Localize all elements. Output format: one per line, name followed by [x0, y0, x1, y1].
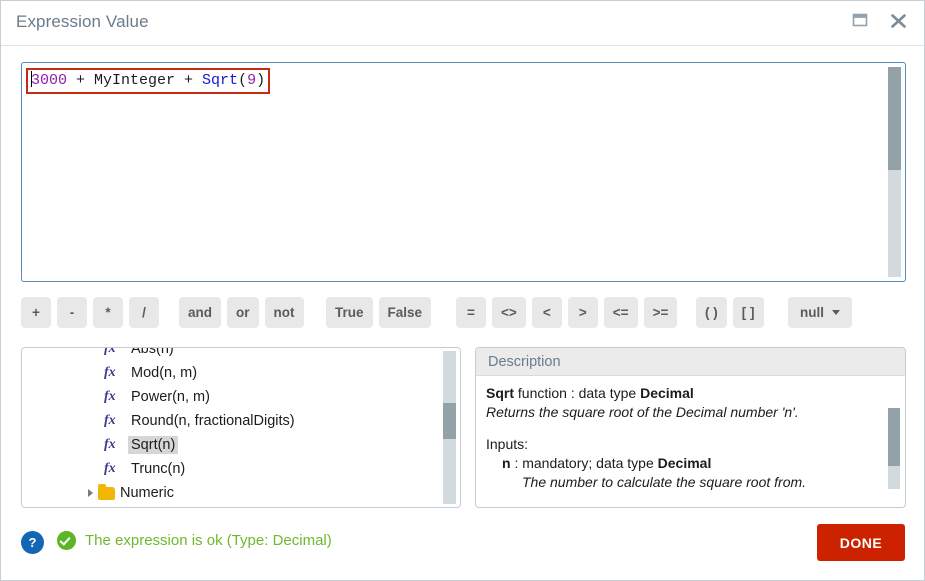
description-line-inputs-header: Inputs: — [486, 436, 529, 452]
list-item-label: Abs(n) — [131, 347, 174, 357]
folder-icon — [98, 483, 115, 500]
op-button-multiply[interactable]: * — [93, 297, 123, 328]
list-item-sqrt[interactable]: fx Sqrt(n) — [104, 433, 434, 457]
description-line-input-summary: The number to calculate the square root … — [522, 474, 807, 490]
description-input-type: Decimal — [657, 455, 712, 471]
operator-toolbar: + - * / and or not True False = <> < > <… — [21, 297, 906, 331]
fx-icon: fx — [104, 413, 116, 428]
null-dropdown-label: null — [800, 305, 824, 320]
description-body: Sqrt function : data type Decimal Return… — [476, 376, 905, 492]
list-item-round[interactable]: fx Round(n, fractionalDigits) — [104, 409, 434, 433]
list-item-abs[interactable]: fx Abs(n) — [104, 347, 434, 361]
expr-token-function: Sqrt — [202, 72, 239, 89]
description-scrollbar-thumb[interactable] — [888, 408, 900, 466]
editor-scrollbar[interactable] — [885, 65, 903, 279]
list-item-power[interactable]: fx Power(n, m) — [104, 385, 434, 409]
expr-token-arg: 9 — [247, 72, 257, 89]
close-icon — [890, 14, 906, 28]
check-circle-icon — [57, 531, 76, 550]
description-header: Description — [476, 348, 905, 376]
expr-token-number: 3000 — [31, 72, 68, 89]
op-button-less-equal[interactable]: <= — [603, 297, 638, 328]
status-message: The expression is ok (Type: Decimal) — [57, 531, 332, 550]
description-line-input-n: n : mandatory; data type Decimal — [486, 454, 877, 473]
op-button-greater-equal[interactable]: >= — [643, 297, 678, 328]
list-item-label: Sqrt(n) — [128, 436, 179, 454]
op-button-plus[interactable]: + — [21, 297, 51, 328]
op-button-square-brackets[interactable]: [ ] — [732, 297, 764, 328]
folder-label: Numeric — [120, 485, 174, 501]
expand-caret-icon[interactable] — [88, 489, 93, 497]
function-list-panel[interactable]: fx Abs(n) fx Mod(n, m) fx Power(n, m) fx… — [21, 347, 461, 508]
list-item-label: Mod(n, m) — [131, 365, 198, 381]
list-item-label: Power(n, m) — [131, 389, 210, 405]
description-scrollbar[interactable] — [888, 408, 902, 489]
expression-editor-area[interactable]: 3000 + MyInteger + Sqrt(9) — [22, 63, 881, 281]
description-input-meta: : mandatory; data type — [510, 455, 658, 471]
editor-scrollbar-thumb[interactable] — [888, 67, 901, 170]
toolbar-group-logical: and or not — [179, 297, 304, 328]
op-button-divide[interactable]: / — [129, 297, 159, 328]
op-button-less-than[interactable]: < — [531, 297, 562, 328]
description-line-summary: Returns the square root of the Decimal n… — [486, 404, 799, 420]
help-button[interactable]: ? — [21, 531, 44, 554]
fx-icon: fx — [104, 437, 116, 452]
expression-editor-panel[interactable]: 3000 + MyInteger + Sqrt(9) — [21, 62, 906, 282]
function-list-scrollbar[interactable] — [442, 351, 457, 504]
null-dropdown-button[interactable]: null — [788, 297, 852, 328]
op-button-true[interactable]: True — [326, 297, 373, 328]
op-button-false[interactable]: False — [378, 297, 432, 328]
fx-icon: fx — [104, 347, 116, 356]
title-bar: Expression Value — [1, 1, 924, 46]
op-button-or[interactable]: or — [227, 297, 259, 328]
expr-token-close-paren: ) — [256, 72, 266, 89]
description-return-type: Decimal — [640, 385, 694, 401]
op-button-not[interactable]: not — [264, 297, 304, 328]
op-button-and[interactable]: and — [179, 297, 222, 328]
fx-icon: fx — [104, 389, 116, 404]
maximize-button[interactable] — [846, 9, 874, 37]
toolbar-group-brackets: ( ) [ ] — [696, 297, 764, 328]
op-button-parentheses[interactable]: ( ) — [696, 297, 727, 328]
fx-icon: fx — [104, 461, 116, 476]
op-button-minus[interactable]: - — [57, 297, 87, 328]
op-button-greater-than[interactable]: > — [567, 297, 598, 328]
expr-token-open-paren: ( — [238, 72, 248, 89]
expression-text[interactable]: 3000 + MyInteger + Sqrt(9) — [26, 68, 271, 94]
description-panel: Description Sqrt function : data type De… — [475, 347, 906, 508]
op-button-not-equal[interactable]: <> — [492, 297, 526, 328]
description-type-prefix: function : data type — [514, 385, 641, 401]
list-item-label: Round(n, fractionalDigits) — [131, 413, 295, 429]
fx-icon: fx — [104, 365, 116, 380]
expression-value-dialog: Expression Value 3000 + MyInteger + Sqrt… — [0, 0, 925, 581]
close-button[interactable] — [884, 9, 912, 37]
toolbar-group-arithmetic: + - * / — [21, 297, 159, 328]
toolbar-group-null: null — [788, 297, 852, 328]
list-item-trunc[interactable]: fx Trunc(n) — [104, 457, 434, 481]
toolbar-group-comparison: = <> < > <= >= — [456, 297, 678, 328]
chevron-down-icon — [832, 310, 840, 315]
function-list: fx Abs(n) fx Mod(n, m) fx Power(n, m) fx… — [22, 347, 434, 505]
page-title: Expression Value — [16, 12, 149, 31]
op-button-equal[interactable]: = — [456, 297, 486, 328]
done-button[interactable]: DONE — [817, 524, 905, 561]
description-input-name: n — [502, 455, 511, 471]
description-line-signature: Sqrt function : data type Decimal — [486, 384, 877, 403]
list-item-mod[interactable]: fx Mod(n, m) — [104, 361, 434, 385]
function-list-scrollbar-thumb[interactable] — [443, 403, 456, 439]
description-function-name: Sqrt — [486, 385, 514, 401]
expr-token-plain: + MyInteger + — [67, 72, 203, 89]
status-text: The expression is ok (Type: Decimal) — [85, 532, 332, 549]
list-item-folder-numeric[interactable]: Numeric — [88, 481, 434, 505]
toolbar-group-boolean: True False — [326, 297, 432, 328]
maximize-icon — [852, 13, 868, 27]
list-item-label: Trunc(n) — [131, 461, 186, 477]
